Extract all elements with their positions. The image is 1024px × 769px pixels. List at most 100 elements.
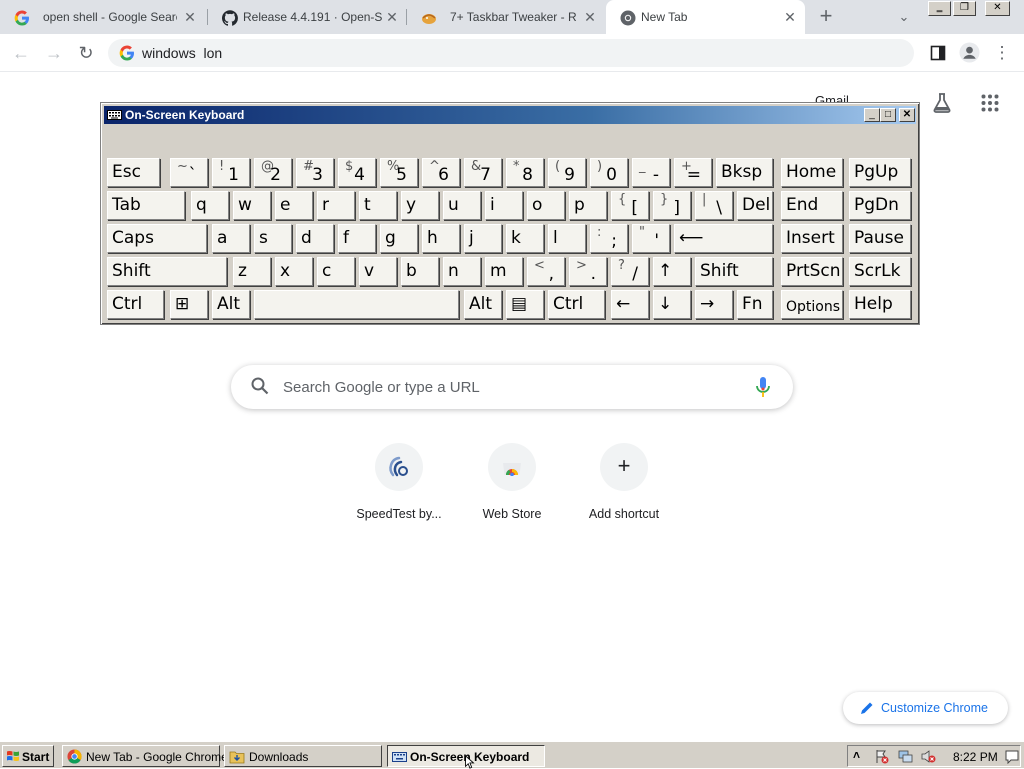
key-n[interactable]: n bbox=[443, 257, 481, 286]
key-pause[interactable]: Pause bbox=[849, 224, 911, 253]
close-icon[interactable]: ✕ bbox=[384, 9, 400, 25]
key-caps[interactable]: Caps bbox=[107, 224, 207, 253]
key-m[interactable]: m bbox=[485, 257, 523, 286]
key-p[interactable]: p bbox=[569, 191, 607, 220]
key-tab[interactable]: Tab bbox=[107, 191, 185, 220]
key-%e2%8a%9e[interactable]: ⊞ bbox=[170, 290, 208, 319]
notification-icon[interactable] bbox=[1005, 749, 1019, 764]
tray-expand-icon[interactable]: ˄ bbox=[853, 748, 860, 762]
key-8[interactable]: * 8 bbox=[506, 158, 544, 187]
tray-clock[interactable]: 8:22 PM bbox=[953, 750, 998, 764]
key-pgup[interactable]: PgUp bbox=[849, 158, 911, 187]
key-l[interactable]: l bbox=[548, 224, 586, 253]
key-k[interactable]: k bbox=[506, 224, 544, 253]
start-button[interactable]: Start bbox=[2, 745, 54, 767]
key-3[interactable]: #3 bbox=[296, 158, 334, 187]
key-6[interactable]: ^ 6 bbox=[422, 158, 460, 187]
taskbar-item-downloads[interactable]: Downloads bbox=[224, 745, 382, 767]
close-icon[interactable]: ✕ bbox=[782, 9, 798, 25]
key-%3d[interactable]: + = bbox=[674, 158, 712, 187]
key-t[interactable]: t bbox=[359, 191, 397, 220]
key-x[interactable]: x bbox=[275, 257, 313, 286]
key-%3b[interactable]: :; bbox=[590, 224, 628, 253]
ntp-search-box[interactable]: Search Google or type a URL bbox=[231, 365, 793, 409]
new-tab-button[interactable]: + bbox=[814, 5, 838, 27]
key-home[interactable]: Home bbox=[781, 158, 843, 187]
network-icon[interactable] bbox=[898, 749, 913, 764]
key-y[interactable]: y bbox=[401, 191, 439, 220]
apps-grid-icon[interactable] bbox=[981, 94, 999, 112]
key-fn[interactable]: Fn bbox=[737, 290, 773, 319]
shortcut-speedtest[interactable]: SpeedTest by... bbox=[343, 443, 455, 533]
key-1[interactable]: ! 1 bbox=[212, 158, 250, 187]
osk-close-button[interactable]: ✕ bbox=[899, 108, 915, 122]
key-7[interactable]: & 7 bbox=[464, 158, 502, 187]
close-icon[interactable]: ✕ bbox=[582, 9, 598, 25]
key-r[interactable]: r bbox=[317, 191, 355, 220]
key-options[interactable]: Options bbox=[781, 290, 843, 319]
osk-minimize-button[interactable]: _ bbox=[864, 108, 880, 122]
profile-avatar-icon[interactable] bbox=[959, 42, 980, 63]
key-esc[interactable]: Esc bbox=[107, 158, 160, 187]
key-prtscn[interactable]: PrtScn bbox=[781, 257, 843, 286]
close-window-button[interactable]: ✕ bbox=[985, 1, 1010, 16]
side-panel-icon[interactable] bbox=[930, 45, 946, 61]
forward-button[interactable]: → bbox=[42, 42, 66, 64]
key-2[interactable]: @2 bbox=[254, 158, 292, 187]
key-j[interactable]: j bbox=[464, 224, 502, 253]
key-v[interactable]: v bbox=[359, 257, 397, 286]
key-c[interactable]: c bbox=[317, 257, 355, 286]
tab-taskbar-tweaker[interactable]: 7+ Taskbar Tweaker - Ramen ✕ bbox=[407, 0, 605, 34]
key-scrlk[interactable]: ScrLk bbox=[849, 257, 911, 286]
key-%5b[interactable]: {[ bbox=[611, 191, 649, 220]
key-end[interactable]: End bbox=[781, 191, 843, 220]
customize-chrome-button[interactable]: Customize Chrome bbox=[843, 692, 1008, 724]
key-%e2%9f%b5[interactable]: ⟵ bbox=[674, 224, 773, 253]
key-ctrl[interactable]: Ctrl bbox=[107, 290, 164, 319]
tab-google-search[interactable]: open shell - Google Search ✕ bbox=[0, 0, 206, 34]
tab-github-release[interactable]: Release 4.4.191 · Open-Shell ✕ bbox=[208, 0, 406, 34]
key-space[interactable] bbox=[254, 290, 459, 319]
key-z[interactable]: z bbox=[233, 257, 271, 286]
osk-maximize-button[interactable]: □ bbox=[880, 108, 896, 122]
key-'[interactable]: " ' bbox=[632, 224, 670, 253]
key-%60[interactable]: ~ ` bbox=[170, 158, 208, 187]
key-h[interactable]: h bbox=[422, 224, 460, 253]
close-icon[interactable]: ✕ bbox=[182, 9, 198, 25]
key-s[interactable]: s bbox=[254, 224, 292, 253]
labs-flask-icon[interactable] bbox=[931, 92, 953, 114]
osk-title-bar[interactable]: On-Screen Keyboard _ □ ✕ bbox=[104, 106, 916, 124]
key-b[interactable]: b bbox=[401, 257, 439, 286]
key-%e2%86%93[interactable]: ↓ bbox=[653, 290, 691, 319]
key-del[interactable]: Del bbox=[737, 191, 773, 220]
key-5[interactable]: % 5 bbox=[380, 158, 418, 187]
kebab-menu-icon[interactable]: ⋮ bbox=[990, 42, 1014, 64]
key-u[interactable]: u bbox=[443, 191, 481, 220]
action-center-flag-icon[interactable] bbox=[874, 749, 889, 764]
key-%e2%96%a4[interactable]: ▤ bbox=[506, 290, 544, 319]
volume-muted-icon[interactable] bbox=[921, 749, 936, 764]
key-e[interactable]: e bbox=[275, 191, 313, 220]
key-a[interactable]: a bbox=[212, 224, 250, 253]
minimize-button[interactable]: ‗ bbox=[928, 1, 951, 16]
shortcut-web-store[interactable]: Web Store bbox=[456, 443, 568, 533]
tab-new-tab[interactable]: New Tab ✕ bbox=[606, 0, 805, 34]
key-i[interactable]: i bbox=[485, 191, 523, 220]
key-pgdn[interactable]: PgDn bbox=[849, 191, 911, 220]
address-bar[interactable]: windows lon bbox=[108, 39, 914, 67]
key-o[interactable]: o bbox=[527, 191, 565, 220]
back-button[interactable]: ← bbox=[9, 42, 33, 64]
key-ctrl[interactable]: Ctrl bbox=[548, 290, 605, 319]
key-%e2%86%92[interactable]: → bbox=[695, 290, 733, 319]
key-%5d[interactable]: }] bbox=[653, 191, 691, 220]
key-g[interactable]: g bbox=[380, 224, 418, 253]
restore-button[interactable]: ❐ bbox=[953, 1, 976, 16]
key-shift[interactable]: Shift bbox=[695, 257, 773, 286]
gmail-link[interactable]: Gmail bbox=[815, 93, 849, 102]
key-%5c[interactable]: | \ bbox=[695, 191, 733, 220]
shortcut-add[interactable]: + Add shortcut bbox=[568, 443, 680, 533]
key-%2c[interactable]: <, bbox=[527, 257, 565, 286]
key-insert[interactable]: Insert bbox=[781, 224, 843, 253]
key-bksp[interactable]: Bksp bbox=[716, 158, 773, 187]
taskbar-item-chrome[interactable]: New Tab - Google Chrome bbox=[62, 745, 228, 767]
